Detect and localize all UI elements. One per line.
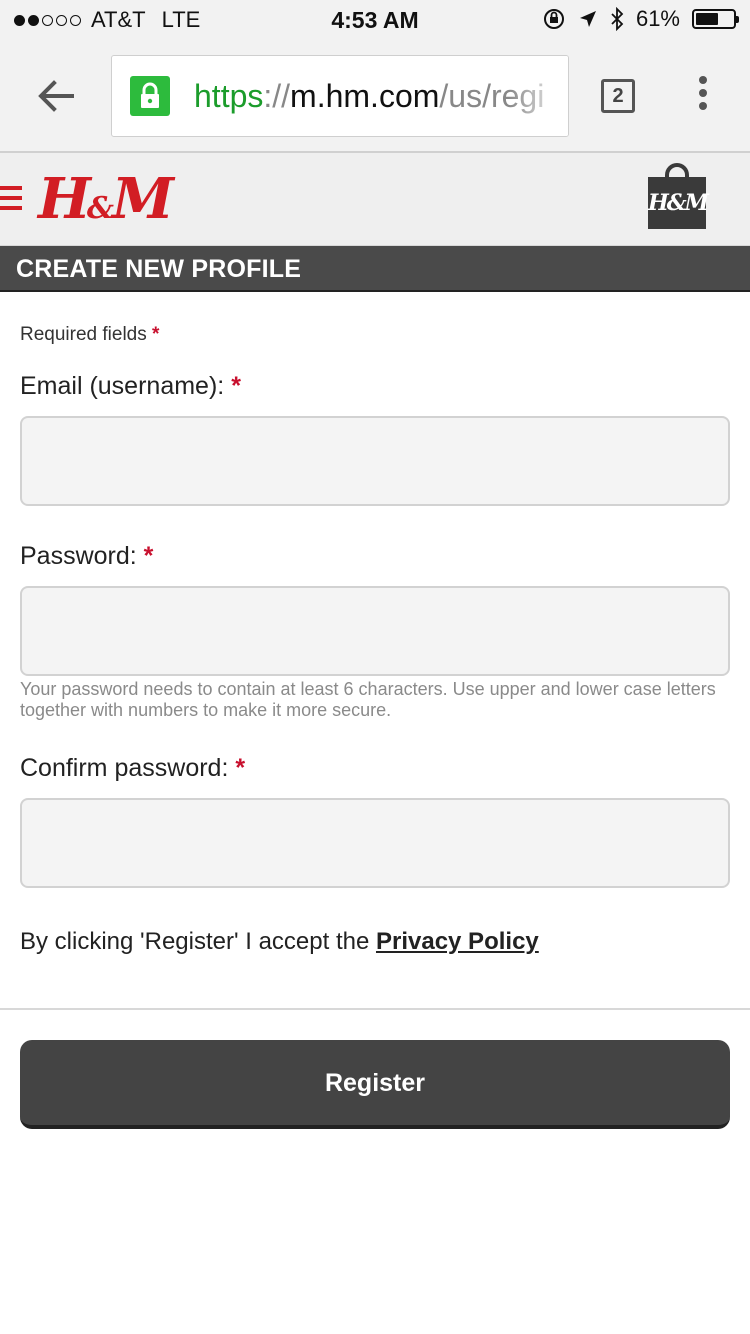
password-hint: Your password needs to contain at least … xyxy=(20,679,716,720)
required-star: * xyxy=(152,324,160,345)
bluetooth-icon xyxy=(611,7,624,31)
status-right: 61% xyxy=(542,6,739,32)
required-star: * xyxy=(143,542,154,570)
divider xyxy=(0,1008,750,1010)
privacy-policy-notice: By clicking 'Register' I accept the Priv… xyxy=(20,928,539,955)
overflow-menu-icon[interactable] xyxy=(690,76,716,116)
battery-icon xyxy=(692,9,739,29)
register-button[interactable]: Register xyxy=(20,1040,730,1129)
url-separator: :// xyxy=(263,78,291,114)
back-button[interactable] xyxy=(34,74,78,118)
battery-fill xyxy=(696,13,718,25)
url-scheme: https xyxy=(194,78,264,114)
confirm-password-field[interactable] xyxy=(20,798,730,888)
url-host: m.hm.com xyxy=(290,78,440,114)
rotation-lock-icon xyxy=(543,9,564,29)
location-arrow-icon xyxy=(579,11,596,27)
required-star: * xyxy=(235,754,246,782)
battery-percent: 61% xyxy=(635,6,680,31)
tab-switcher-button[interactable]: 2 xyxy=(601,79,635,113)
shopping-bag-button[interactable]: H&M xyxy=(648,163,709,229)
back-arrow-icon xyxy=(38,80,74,112)
password-label: Password: * xyxy=(20,542,154,570)
privacy-policy-link[interactable]: Privacy Policy xyxy=(376,928,539,955)
url-text: https://m.hm.com/us/regi xyxy=(194,78,544,115)
url-fade xyxy=(508,56,568,136)
page-title: CREATE NEW PROFILE xyxy=(16,255,302,283)
shopping-bag-icon: H&M xyxy=(648,177,709,229)
email-label: Email (username): * xyxy=(20,372,241,400)
confirm-password-label: Confirm password: * xyxy=(20,754,246,782)
hm-logo[interactable]: H&M xyxy=(38,167,174,241)
required-star: * xyxy=(231,372,241,400)
status-bar: AT&T LTE 4:53 AM 61% xyxy=(0,0,750,40)
page-title-bar: CREATE NEW PROFILE xyxy=(0,246,750,292)
browser-toolbar: https://m.hm.com/us/regi 2 xyxy=(0,40,750,153)
address-bar[interactable]: https://m.hm.com/us/regi xyxy=(111,55,569,137)
password-field[interactable] xyxy=(20,586,730,676)
required-fields-note: Required fields * xyxy=(20,324,160,345)
site-header: H&M H&M xyxy=(0,153,750,246)
secure-lock-icon xyxy=(130,76,170,116)
hamburger-menu-icon[interactable] xyxy=(0,186,22,212)
email-field[interactable] xyxy=(20,416,730,506)
